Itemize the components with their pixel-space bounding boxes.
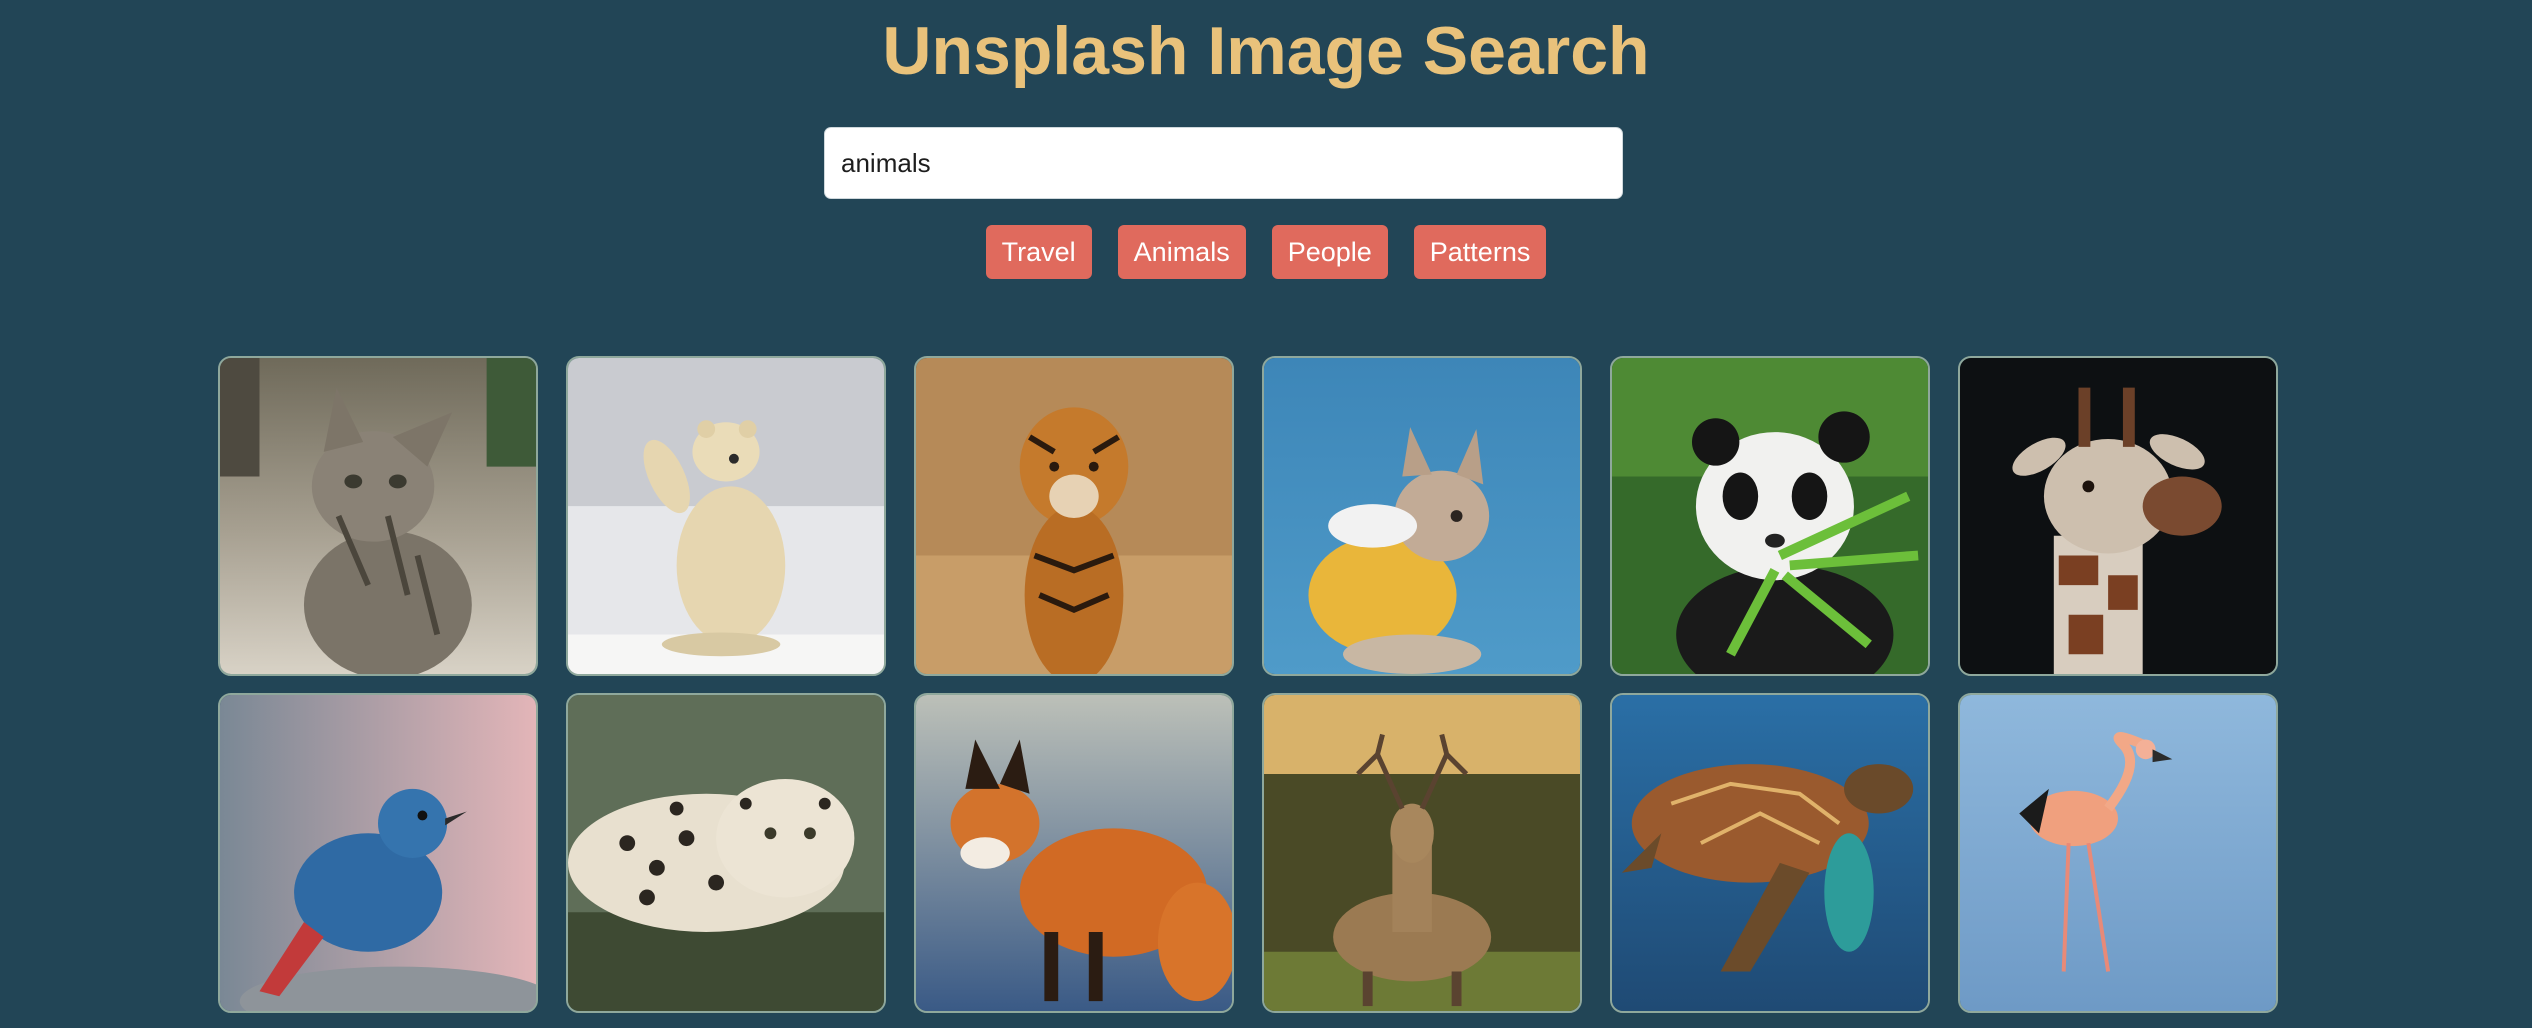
image-card-fox[interactable] [914, 693, 1234, 1013]
fox-photo [916, 695, 1232, 1011]
polar-bear-photo [568, 358, 884, 674]
tiger-photo [916, 358, 1232, 674]
panda-photo [1612, 358, 1928, 674]
image-card-kitten[interactable] [218, 356, 538, 676]
image-card-tiger[interactable] [914, 356, 1234, 676]
image-card-turtle[interactable] [1610, 693, 1930, 1013]
image-grid [218, 356, 2278, 1013]
page-title: Unsplash Image Search [882, 13, 1650, 89]
dog-photo [1264, 358, 1580, 674]
image-card-dog[interactable] [1262, 356, 1582, 676]
search-input[interactable] [824, 127, 1623, 199]
giraffe-photo [1960, 358, 2276, 674]
image-card-polar-bear[interactable] [566, 356, 886, 676]
image-card-panda[interactable] [1610, 356, 1930, 676]
turtle-photo [1612, 695, 1928, 1011]
image-card-deer[interactable] [1262, 693, 1582, 1013]
leopard-photo [568, 695, 884, 1011]
image-card-bird[interactable] [218, 693, 538, 1013]
tag-travel-button[interactable]: Travel [985, 225, 1092, 279]
filter-tags: Travel Animals People Patterns [0, 225, 2532, 279]
image-card-flamingo[interactable] [1958, 693, 2278, 1013]
tag-patterns-button[interactable]: Patterns [1413, 225, 1547, 279]
bird-photo [220, 695, 536, 1011]
tag-people-button[interactable]: People [1271, 225, 1388, 279]
deer-photo [1264, 695, 1580, 1011]
tag-animals-button[interactable]: Animals [1117, 225, 1246, 279]
image-card-giraffe[interactable] [1958, 356, 2278, 676]
kitten-photo [220, 358, 536, 674]
flamingo-photo [1960, 695, 2276, 1011]
image-card-leopard[interactable] [566, 693, 886, 1013]
